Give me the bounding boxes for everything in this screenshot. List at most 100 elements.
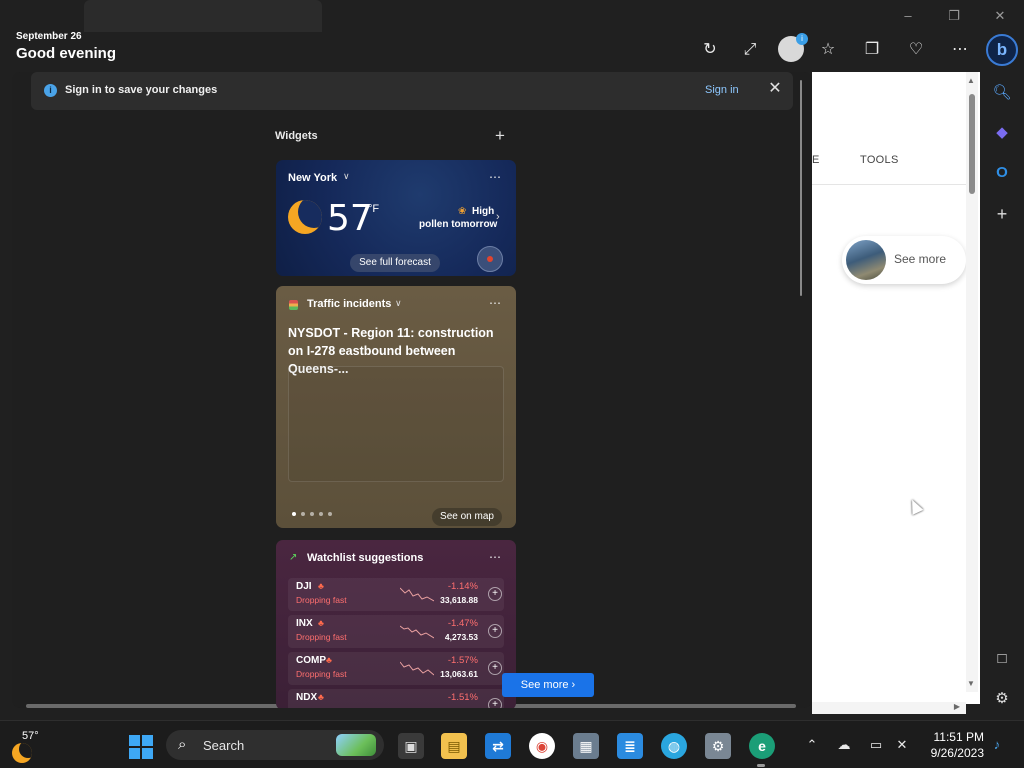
profile-avatar[interactable]: i: [778, 33, 808, 62]
page-dot[interactable]: [328, 512, 332, 516]
taskbar-weather-icon[interactable]: [12, 743, 32, 763]
watchlist-row[interactable]: INX ♣ Dropping fast -1.47% 4,273.53 +: [288, 615, 504, 648]
pollen-description[interactable]: pollen tomorrow: [419, 219, 497, 230]
display-icon[interactable]: ▭: [867, 736, 885, 754]
search-icon[interactable]: 🔍︎: [990, 80, 1014, 104]
calculator-icon[interactable]: ▦: [573, 733, 599, 759]
add-stock-icon[interactable]: +: [488, 698, 502, 708]
info-icon: i: [44, 84, 57, 97]
see-on-map-button[interactable]: See on map: [432, 508, 502, 526]
scroll-up-icon[interactable]: ▲: [967, 76, 975, 85]
tools-tab[interactable]: TOOLS: [860, 154, 899, 166]
stock-value: 33,618.88: [440, 595, 478, 605]
weather-card[interactable]: New York ∨ ⋯ 57 °F ❀ High pollen tomorro…: [276, 160, 516, 276]
chrome-icon[interactable]: ◉: [529, 733, 555, 759]
watchlist-card[interactable]: ↗ Watchlist suggestions ⋯ DJI ♣ Dropping…: [276, 540, 516, 708]
favorites-icon[interactable]: ☆: [816, 38, 840, 62]
taskbar: 57° ⌕ Search ▣ ▤ ⇄ ◉ ▦ ≣ ◍ ⚙ e ⌃ ☁ ▭ ✕ 1…: [0, 720, 1024, 768]
settings-gear-icon[interactable]: ⚙: [990, 686, 1014, 710]
scroll-down-icon[interactable]: ▼: [967, 679, 975, 688]
collections-icon[interactable]: ❐: [860, 38, 884, 62]
sidebar-toggle-icon[interactable]: □: [990, 646, 1014, 670]
traffic-map[interactable]: [288, 366, 504, 482]
stock-change: -1.47%: [447, 618, 478, 629]
chevron-right-icon[interactable]: ›: [496, 211, 500, 223]
active-app-indicator: [757, 764, 765, 767]
copilot-icon[interactable]: ◆: [990, 120, 1014, 144]
page-dot[interactable]: [301, 512, 305, 516]
search-placeholder: Search: [203, 738, 245, 753]
tab-active[interactable]: [84, 0, 322, 32]
traffic-more-icon[interactable]: ⋯: [489, 296, 502, 310]
refresh-icon[interactable]: ↻: [698, 38, 722, 62]
maps-globe-icon[interactable]: ◍: [661, 733, 687, 759]
close-window-icon[interactable]: ✕: [990, 7, 1010, 25]
edge-sidebar: 🔍︎ ◆ O + □ ⚙: [980, 72, 1024, 720]
traffic-title[interactable]: Traffic incidents: [307, 298, 391, 310]
watchlist-more-icon[interactable]: ⋯: [489, 550, 502, 564]
see-more-thumbnail: [846, 240, 886, 280]
task-view-icon[interactable]: ▣: [398, 733, 424, 759]
outlook-icon[interactable]: O: [990, 160, 1014, 184]
stock-value: 4,273.53: [444, 632, 478, 642]
browser-essentials-icon[interactable]: ♡: [904, 38, 928, 62]
file-explorer-icon[interactable]: ▤: [441, 733, 467, 759]
scroll-thumb[interactable]: [969, 94, 975, 194]
watchlist-row[interactable]: NDX ♣ -1.51% +: [288, 689, 504, 708]
partial-tab-label[interactable]: E: [812, 154, 819, 166]
add-widget-icon[interactable]: +: [492, 126, 508, 146]
clock-time[interactable]: 11:51 PM: [926, 730, 984, 744]
taskbar-search[interactable]: ⌕ Search: [166, 730, 384, 760]
page-horizontal-scrollbar[interactable]: ▶: [812, 702, 966, 714]
minimize-icon[interactable]: –: [898, 7, 918, 25]
watchlist-row[interactable]: DJI ♣ Dropping fast -1.14% 33,618.88 +: [288, 578, 504, 611]
weather-more-icon[interactable]: ⋯: [489, 170, 502, 184]
pollen-level[interactable]: High: [472, 206, 494, 217]
tab-strip: – ❐ ✕: [0, 0, 1024, 32]
scroll-right-icon[interactable]: ▶: [954, 702, 960, 711]
add-stock-icon[interactable]: +: [488, 587, 502, 601]
see-more-button[interactable]: See more ›: [502, 673, 594, 697]
clock-date[interactable]: 9/26/2023: [920, 746, 984, 760]
page-dot[interactable]: [310, 512, 314, 516]
add-stock-icon[interactable]: +: [488, 661, 502, 675]
notification-bell-icon[interactable]: ♪: [988, 736, 1006, 754]
see-more-label: See more: [520, 679, 569, 691]
edge-icon[interactable]: e: [749, 733, 775, 759]
add-icon[interactable]: +: [990, 202, 1014, 226]
remote-desktop-icon[interactable]: ⇄: [485, 733, 511, 759]
board-scrollbar[interactable]: [800, 80, 802, 296]
chevron-down-icon[interactable]: ∨: [343, 171, 350, 182]
taskbar-temperature[interactable]: 57°: [22, 730, 39, 742]
start-button[interactable]: [129, 735, 153, 759]
web-page-content: E TOOLS See more: [812, 72, 980, 704]
radar-icon[interactable]: [477, 246, 503, 272]
chevron-up-icon[interactable]: ⌃: [803, 736, 821, 754]
settings-icon[interactable]: ⚙: [705, 733, 731, 759]
bing-copilot-icon[interactable]: b: [986, 34, 1018, 66]
full-forecast-button[interactable]: See full forecast: [350, 254, 440, 272]
weather-location[interactable]: New York: [288, 172, 337, 184]
see-more-card[interactable]: See more: [842, 236, 966, 284]
watchlist-row[interactable]: COMP ♣ Dropping fast -1.57% 13,063.61 +: [288, 652, 504, 685]
page-vertical-scrollbar[interactable]: ▲ ▼: [966, 72, 978, 692]
onedrive-icon[interactable]: ☁: [835, 736, 853, 754]
traffic-card[interactable]: Traffic incidents ∨ ⋯ NYSDOT - Region 11…: [276, 286, 516, 528]
chevron-down-icon[interactable]: ∨: [395, 298, 402, 309]
more-icon[interactable]: ⋯: [948, 38, 972, 62]
signin-link[interactable]: Sign in: [705, 84, 739, 96]
stock-status: Dropping fast: [296, 595, 347, 605]
page-dot[interactable]: [292, 512, 296, 516]
divider: [812, 184, 972, 185]
notepad-icon[interactable]: ≣: [617, 733, 643, 759]
close-icon[interactable]: ✕: [765, 79, 785, 99]
volume-muted-icon[interactable]: ✕: [893, 736, 911, 754]
signin-message: Sign in to save your changes: [65, 84, 218, 96]
expand-icon[interactable]: ⤢: [738, 38, 762, 62]
search-highlight-icon[interactable]: [336, 734, 376, 756]
pagination-dots[interactable]: [292, 512, 352, 518]
header-date: September 26: [16, 31, 82, 42]
add-stock-icon[interactable]: +: [488, 624, 502, 638]
restore-icon[interactable]: ❐: [944, 7, 964, 25]
page-dot[interactable]: [319, 512, 323, 516]
